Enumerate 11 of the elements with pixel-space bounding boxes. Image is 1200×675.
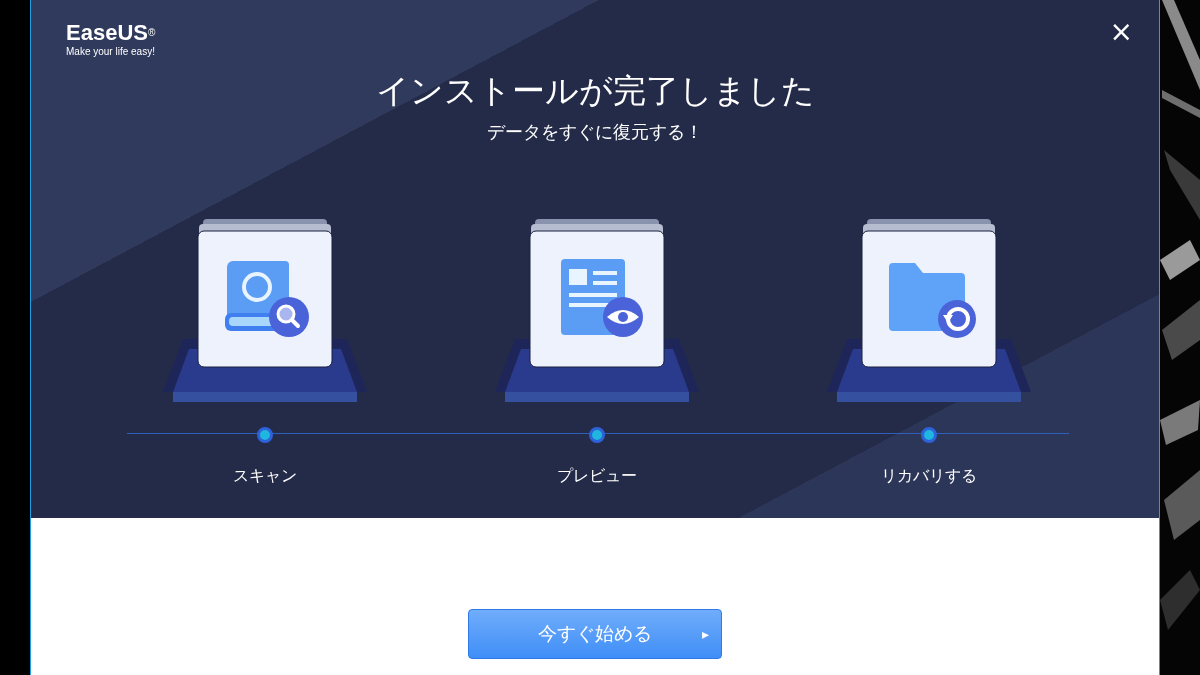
logo-tagline: Make your life easy! xyxy=(66,46,156,58)
step-label: プレビュー xyxy=(557,465,637,487)
logo-wordmark: EaseUS$^{®}$ xyxy=(66,20,156,46)
window-title: インストールが完了しました xyxy=(375,70,815,112)
step-dot xyxy=(589,427,605,443)
step-dot xyxy=(921,427,937,443)
step-label: リカバリする xyxy=(881,465,977,487)
subtitle: データをすぐに復元する！ xyxy=(487,120,703,144)
close-button[interactable]: × xyxy=(1105,20,1137,44)
step-dot xyxy=(257,427,273,443)
step-label: スキャン xyxy=(233,465,297,487)
